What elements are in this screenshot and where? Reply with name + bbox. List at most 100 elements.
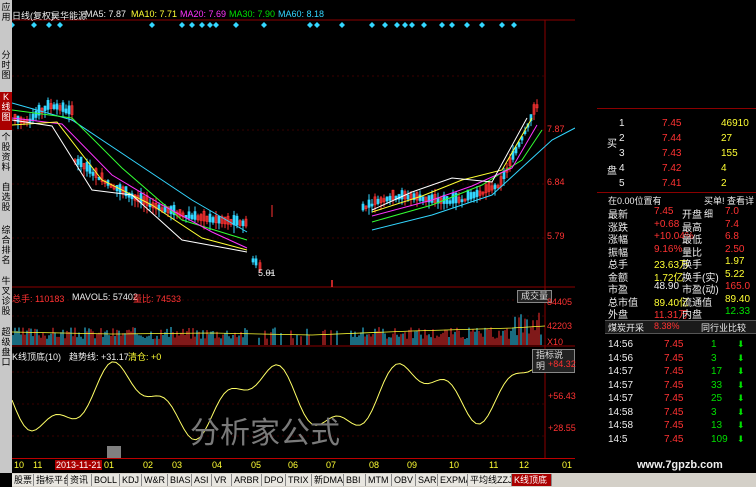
time-axis-label: 11 [489, 460, 499, 470]
trade-price: 7.45 [664, 352, 684, 364]
quote-value: 48.90 [654, 281, 680, 292]
indicator-tab[interactable]: TRIX [286, 474, 312, 486]
indicator-tab[interactable]: DPO [262, 474, 286, 486]
indicator-tab[interactable]: 股票 [12, 474, 34, 486]
indicator-tab[interactable]: MTM [366, 474, 392, 486]
sidebar-tab[interactable]: 分时图 [0, 50, 12, 90]
website-text: www.7gpzb.com [637, 459, 723, 471]
order-level: 5 [619, 178, 625, 189]
indicator-tab[interactable]: 资讯 [68, 474, 92, 486]
candle-body [64, 108, 68, 114]
trade-volume: 25 [711, 393, 723, 404]
indicator-trend: 趋势线: +31.17 [69, 352, 129, 362]
sector-pct: 8.38% [654, 321, 680, 331]
indicator-title[interactable]: K线顶底(10) [12, 350, 61, 363]
volume-axis-label: 84405 [547, 297, 573, 307]
kline-chart-svg[interactable] [9, 0, 576, 458]
indicator-tab[interactable]: BOLL [92, 474, 120, 486]
candle-body [406, 194, 410, 200]
sidebar-tab[interactable]: 综合排名 [0, 225, 12, 273]
indicator-tab[interactable]: VR [212, 474, 232, 486]
trade-time: 14:58 [608, 406, 634, 418]
order-level: 2 [619, 133, 625, 144]
indicator-tab[interactable]: 平均线ZZJ [468, 474, 512, 486]
signal-diamond [57, 22, 63, 28]
sidebar-tab[interactable]: 超级盘口 [0, 327, 12, 371]
candle-body [385, 196, 389, 202]
trade-price: 7.45 [664, 339, 684, 350]
candle-body [421, 196, 425, 202]
ma60-label: MA60: 8.18 [278, 9, 325, 19]
watermark-text: 分析家公式 [190, 416, 340, 451]
candle-body [46, 100, 50, 110]
trade-direction-icon: ⬇ [737, 379, 745, 390]
period-label[interactable]: 日线(复权) [12, 9, 54, 22]
indicator-tab[interactable]: 新DMA [312, 474, 344, 486]
sidebar-tab[interactable]: 牛叉诊股 [0, 276, 12, 324]
candle-body [400, 190, 404, 200]
order-price[interactable]: 7.41 [662, 178, 681, 189]
trade-volume: 13 [711, 420, 723, 431]
candle-body [466, 189, 470, 201]
signal-diamond [31, 22, 37, 28]
time-axis-label: 04 [212, 460, 223, 470]
candle-body [91, 171, 95, 176]
order-price[interactable]: 7.43 [662, 148, 681, 159]
order-level: 4 [619, 163, 625, 174]
quote-panel: 买 盘 在0.00位置有 买单! 查看详细 煤炭开采 8.38% 同行业比较 w… [597, 0, 756, 471]
time-axis-label: 01 [104, 460, 115, 470]
indicator-tab[interactable]: BIAS [168, 474, 192, 486]
candle-body [232, 215, 236, 226]
ma10-label: MA10: 7.71 [131, 9, 178, 19]
sidebar-tab[interactable]: 应用 [0, 2, 12, 42]
price-axis-label: 7.87 [547, 124, 565, 134]
trade-direction-icon: ⬇ [737, 339, 745, 349]
indicator-tab[interactable]: OBV [392, 474, 416, 486]
time-axis-label: 01 [562, 460, 573, 470]
indicator-tab[interactable]: 指标平台 [34, 474, 68, 486]
buy-label: 买 [607, 139, 617, 150]
indicator-tab[interactable]: BBI [344, 474, 366, 486]
trade-volume: 3 [711, 406, 717, 418]
indicator-tab[interactable]: ASI [192, 474, 212, 486]
candle-body [472, 191, 476, 199]
order-level: 1 [619, 118, 625, 129]
order-price[interactable]: 7.45 [662, 118, 681, 129]
sidebar-tab[interactable]: 自选股 [0, 182, 12, 224]
indicator-tab[interactable]: SAR [416, 474, 438, 486]
signal-diamond [213, 22, 219, 28]
sector-compare-link[interactable]: 同行业比较 [701, 321, 746, 334]
candle-body [367, 199, 371, 208]
trade-time: 14:56 [608, 352, 634, 364]
sector-name[interactable]: 煤炭开采 [608, 321, 644, 334]
order-volume: 46910 [721, 118, 749, 129]
indicator-tab[interactable]: W&R [142, 474, 168, 486]
candle-body [376, 198, 380, 205]
order-volume: 27 [721, 133, 733, 144]
sidebar-tab[interactable]: 个股资料 [0, 132, 12, 180]
indicator-tab[interactable]: ARBR [232, 474, 262, 486]
ma30-label: MA30: 7.90 [229, 9, 276, 19]
indicator-tab[interactable]: EXPMA [438, 474, 468, 486]
indicator-tab[interactable]: KDJ [120, 474, 142, 486]
sidebar-tab[interactable]: K线图 [0, 92, 12, 130]
candle-body [61, 102, 65, 112]
kline-chart-area[interactable]: 日线(复权) 昊华能源 MA5: 7.87 MA10: 7.71 MA20: 7… [9, 0, 576, 458]
price-low-label: 5.01 [258, 268, 276, 278]
signal-diamond [307, 22, 313, 28]
candle-body [430, 194, 434, 203]
indicator-tab[interactable]: K线顶底 [512, 474, 552, 486]
signal-diamond [189, 22, 195, 28]
order-price[interactable]: 7.44 [662, 133, 681, 144]
trade-direction-icon: ⬇ [737, 420, 745, 430]
ma20-label: MA20: 7.69 [180, 9, 227, 19]
candle-body [241, 220, 245, 227]
signal-diamond [479, 22, 485, 28]
quote-value: 9.16% [654, 243, 683, 255]
time-axis-label: 06 [288, 460, 299, 470]
candle-body [43, 105, 47, 112]
signal-diamond [409, 22, 415, 28]
candle-body [251, 258, 255, 263]
order-price[interactable]: 7.42 [662, 163, 681, 174]
candle-body [187, 211, 191, 219]
